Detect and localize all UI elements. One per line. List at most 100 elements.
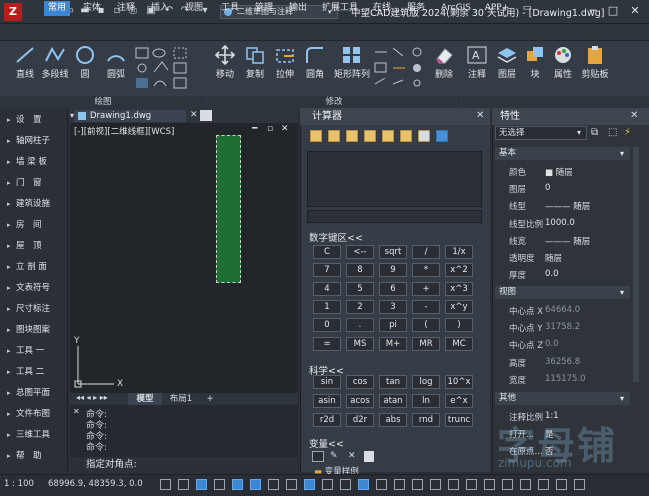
calc-key[interactable]: M+ [379,336,407,351]
calc-key[interactable]: 4 [313,281,341,296]
calc-key[interactable]: 0 [313,318,341,333]
property-value[interactable]: ——— 随层 [545,200,590,212]
nav-first-icon[interactable]: ◂◂ ◂ ▸ ▸▸ [76,393,108,402]
properties-close-icon[interactable]: ✕ [630,110,638,121]
chevron-down-icon[interactable]: ▾ [577,128,581,137]
sci-key[interactable]: 10^x [445,375,473,389]
sci-key[interactable]: e^x [445,394,473,408]
nav-text-symbols[interactable]: 文表符号 [4,278,66,298]
sci-key[interactable]: tan [379,375,407,389]
status-toggle-icon[interactable] [394,479,405,490]
minimize-button[interactable]: ─ [586,4,600,18]
nav-site-plan[interactable]: 总图平面 [4,383,66,403]
calc-key[interactable]: 2 [346,299,374,314]
menu-app-plus[interactable]: APP+ [482,1,512,16]
x-icon[interactable] [418,130,430,142]
line-tool[interactable]: 直线 [10,45,40,80]
sci-key[interactable]: trunc [445,413,473,427]
sci-key[interactable]: abs [379,413,407,427]
draw-panel-label[interactable]: 绘图 [0,96,206,109]
close-button[interactable]: ✕ [628,4,642,18]
numpad-label[interactable]: 数字键区<< [309,230,363,244]
properties-scrollbar[interactable] [633,147,639,382]
status-toggle-icon[interactable] [160,479,171,490]
clear-history-icon[interactable] [328,130,340,142]
maximize-button[interactable]: □ [606,4,620,18]
tab-add[interactable]: + [202,393,218,405]
layer-tool[interactable]: 图层 [494,45,520,80]
property-value[interactable]: 115175.0 [545,374,586,384]
sci-key[interactable]: acos [346,394,374,408]
status-toggle-icon[interactable] [376,479,387,490]
group-view[interactable]: 视图 [495,286,630,299]
calc-key[interactable]: MS [346,336,374,351]
command-close-icon[interactable]: ✕ [73,407,80,416]
sci-key[interactable]: sin [313,375,341,389]
status-toggle-icon[interactable] [466,479,477,490]
angle-icon[interactable] [382,130,394,142]
status-toggle-icon[interactable] [430,479,441,490]
calc-key[interactable]: 1 [313,299,341,314]
nav-building-facilities[interactable]: 建筑设施 [4,194,66,214]
ribbon-toggle-icon[interactable]: ▭ [520,1,534,16]
property-value[interactable]: 64664.0 [545,305,580,315]
menu-annotate[interactable]: 注释 [114,1,138,16]
calc-key[interactable]: sqrt [379,245,407,259]
nav-wall-beam-slab[interactable]: 墙 梁 板 [4,152,66,172]
pickadd-icon[interactable]: ⚡ [624,127,631,138]
nav-help[interactable]: 帮 助 [4,446,66,466]
menu-manage[interactable]: 管理 [252,1,276,16]
fillet-tool[interactable]: 圆角 [302,45,328,80]
arc-tool[interactable]: 圆弧 [104,45,128,80]
calc-key[interactable]: 9 [379,263,407,278]
status-toggle-icon[interactable] [538,479,549,490]
calc-key[interactable]: * [412,263,440,278]
calc-key[interactable]: . [346,318,374,333]
calc-key[interactable]: 8 [346,263,374,278]
calc-key[interactable]: ( [412,318,440,333]
calc-key[interactable]: 1/x [445,245,473,259]
property-value[interactable]: 36256.8 [545,357,580,367]
viewport-label[interactable]: [-][前视][二维线框][WCS] [74,125,174,137]
help-icon[interactable] [436,130,448,142]
nav-roof[interactable]: 屋 顶 [4,236,66,256]
status-toggle-icon[interactable] [250,479,261,490]
status-toggle-icon[interactable] [196,479,207,490]
command-input[interactable]: 指定对角点: [70,457,298,472]
menu-online[interactable]: 在线 [370,1,394,16]
property-value[interactable]: 1000.0 [545,218,575,228]
polyline-tool[interactable]: 多段线 [40,45,70,80]
calc-key[interactable]: / [412,245,440,259]
menu-view[interactable]: 视图 [182,1,206,16]
stretch-tool[interactable]: 拉伸 [272,45,298,80]
property-value[interactable]: ——— 随层 [545,235,590,247]
calc-key[interactable]: = [313,336,341,351]
distance-icon[interactable] [364,130,376,142]
status-toggle-icon[interactable] [304,479,315,490]
nav-3d-tools[interactable]: 三维工具 [4,425,66,445]
sci-key[interactable]: atan [379,394,407,408]
nav-file-layout[interactable]: 文件布图 [4,404,66,424]
variables-label[interactable]: 变量<< [309,436,344,450]
calc-key[interactable]: MR [412,336,440,351]
status-toggle-icon[interactable] [520,479,531,490]
tab-layout1[interactable]: 布局1 [164,393,198,405]
calc-key[interactable]: 6 [379,281,407,296]
intersection-icon[interactable] [400,130,412,142]
status-toggle-icon[interactable] [286,479,297,490]
menu-arcgis[interactable]: ArcGIS [438,1,474,16]
calculator-icon[interactable] [364,451,374,462]
rect-array-tool[interactable]: 矩形阵列 [332,45,372,80]
quick-select-icon[interactable]: ⧉ [591,127,598,138]
status-toggle-icon[interactable] [232,479,243,490]
property-value[interactable]: 0 [545,183,550,193]
menu-extensions[interactable]: 扩展工具 [320,1,360,16]
calc-key[interactable]: + [412,281,440,296]
edit-variable-icon[interactable]: ✎ [330,451,338,461]
property-value[interactable]: ■ 随层 [545,166,573,178]
select-objects-icon[interactable]: ⬚ [608,127,617,138]
group-misc[interactable]: 其他 [495,392,630,405]
nav-tools-1[interactable]: 工具 一 [4,341,66,361]
status-toggle-icon[interactable] [268,479,279,490]
group-basic[interactable]: 基本 [495,147,630,160]
